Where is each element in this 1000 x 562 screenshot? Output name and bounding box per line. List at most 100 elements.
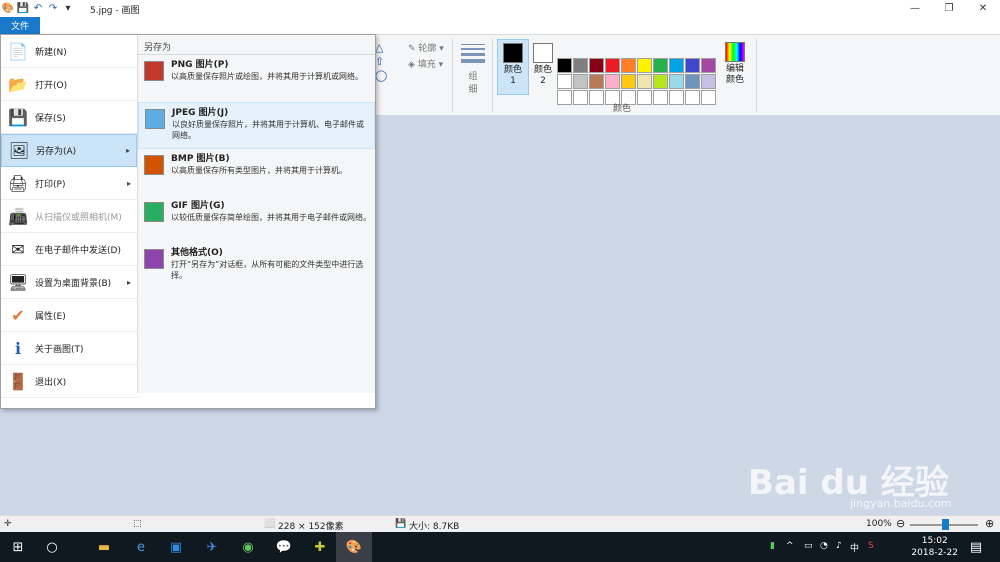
zoom-out-icon[interactable]: ⊖ bbox=[896, 517, 905, 530]
palette-swatch[interactable] bbox=[669, 58, 684, 73]
app-icon[interactable]: ✈ bbox=[202, 537, 222, 557]
outline-button[interactable]: ✎ 轮廓 ▾ bbox=[408, 41, 444, 57]
palette-swatch[interactable] bbox=[685, 58, 700, 73]
wifi-icon[interactable]: ◔ bbox=[820, 541, 828, 551]
quick-access-toolbar: 🎨 💾 ↶ ↷ ▾ bbox=[2, 2, 74, 14]
palette-swatch[interactable] bbox=[653, 58, 668, 73]
file-menu-item[interactable]: ✉ 在电子邮件中发送(D) bbox=[1, 233, 137, 266]
file-menu-item-label: 属性(E) bbox=[35, 311, 66, 322]
size-button[interactable]: 组 细 bbox=[458, 41, 488, 97]
palette-swatch[interactable] bbox=[557, 90, 572, 105]
edit-colors-label: 编辑颜色 bbox=[725, 64, 744, 85]
file-menu-item[interactable]: 🖥 设置为桌面背景(B) ▸ bbox=[1, 266, 137, 299]
ie-browser-icon[interactable]: e bbox=[131, 537, 151, 557]
palette-swatch[interactable] bbox=[573, 74, 588, 89]
jpeg-image-icon bbox=[145, 109, 165, 129]
color1-swatch bbox=[503, 43, 523, 63]
save-as-option[interactable]: PNG 图片(P) 以高质量保存照片或绘图，并将其用于计算机或网络。 bbox=[138, 55, 375, 102]
customize-dropdown-icon[interactable]: ▾ bbox=[62, 2, 74, 14]
file-menu-item[interactable]: 📠 从扫描仪或照相机(M) bbox=[1, 200, 137, 233]
ime-indicator[interactable]: 中 bbox=[850, 541, 859, 554]
tray-overflow-icon[interactable]: ^ bbox=[786, 541, 794, 551]
file-menu-item[interactable]: ℹ 关于画图(T) bbox=[1, 332, 137, 365]
palette-swatch[interactable] bbox=[685, 90, 700, 105]
save-as-option[interactable]: BMP 图片(B) 以高质量保存所有类型图片，并将其用于计算机。 bbox=[138, 149, 375, 196]
shapes-gallery[interactable]: △ ⇧ ◯ bbox=[375, 41, 407, 91]
palette-swatch[interactable] bbox=[557, 74, 572, 89]
palette-swatch[interactable] bbox=[605, 74, 620, 89]
color2-label: 颜色 2 bbox=[533, 65, 552, 86]
wechat-icon[interactable]: 💬 bbox=[274, 537, 294, 557]
arrow-shape-icon[interactable]: ⇧ bbox=[375, 55, 407, 69]
sogou-ime-icon[interactable]: S bbox=[868, 541, 874, 551]
palette-swatch[interactable] bbox=[637, 58, 652, 73]
palette-swatch[interactable] bbox=[589, 74, 604, 89]
battery-icon[interactable]: ▮ bbox=[770, 541, 775, 551]
palette-swatch[interactable] bbox=[669, 74, 684, 89]
clock[interactable]: 15:02 2018-2-22 bbox=[911, 535, 958, 559]
palette-swatch[interactable] bbox=[557, 58, 572, 73]
edit-colors-button[interactable]: 编辑颜色 bbox=[720, 40, 750, 86]
color2-button[interactable]: 颜色 2 bbox=[527, 39, 559, 95]
redo-icon[interactable]: ↷ bbox=[47, 2, 59, 14]
security-app-icon[interactable]: ✚ bbox=[310, 537, 330, 557]
store-icon[interactable]: ▣ bbox=[166, 537, 186, 557]
palette-swatch[interactable] bbox=[701, 90, 716, 105]
file-menu-item[interactable]: ✔ 属性(E) bbox=[1, 299, 137, 332]
palette-swatch[interactable] bbox=[669, 90, 684, 105]
palette-swatch[interactable] bbox=[621, 58, 636, 73]
file-menu-item[interactable]: 💾 保存(S) bbox=[1, 101, 137, 134]
palette-swatch[interactable] bbox=[653, 74, 668, 89]
zoom-in-icon[interactable]: ⊕ bbox=[985, 517, 994, 530]
gif-image-icon bbox=[144, 202, 164, 222]
palette-swatch[interactable] bbox=[701, 74, 716, 89]
other-formats-icon bbox=[144, 249, 164, 269]
undo-icon[interactable]: ↶ bbox=[32, 2, 44, 14]
network-icon[interactable]: ▭ bbox=[804, 541, 813, 551]
save-icon[interactable]: 💾 bbox=[17, 2, 29, 14]
palette-swatch[interactable] bbox=[701, 58, 716, 73]
notification-center-icon[interactable]: ▤ bbox=[966, 537, 986, 557]
save-as-option[interactable]: JPEG 图片(J) 以良好质量保存照片，并将其用于计算机、电子邮件或网络。 bbox=[138, 102, 375, 149]
file-menu-item[interactable]: 📄 新建(N) bbox=[1, 35, 137, 68]
save-as-submenu: 另存为 PNG 图片(P) 以高质量保存照片或绘图，并将其用于计算机或网络。 JPE… bbox=[137, 35, 375, 393]
file-menu-item-label: 关于画图(T) bbox=[35, 344, 84, 355]
palette-swatch[interactable] bbox=[685, 74, 700, 89]
palette-swatch[interactable] bbox=[653, 90, 668, 105]
new-file-icon: 📄 bbox=[8, 41, 28, 61]
palette-swatch[interactable] bbox=[589, 90, 604, 105]
palette-swatch[interactable] bbox=[573, 90, 588, 105]
palette-swatch[interactable] bbox=[605, 58, 620, 73]
color1-button[interactable]: 颜色 1 bbox=[497, 39, 529, 95]
restore-icon[interactable]: ❐ bbox=[932, 0, 966, 17]
paint-app-icon[interactable]: 🎨 bbox=[2, 2, 14, 14]
file-menu-item[interactable]: 🚪 退出(X) bbox=[1, 365, 137, 398]
file-size: 大小: 8.7KB bbox=[409, 522, 460, 532]
save-as-option[interactable]: 其他格式(O) 打开“另存为”对话框，从所有可能的文件类型中进行选择。 bbox=[138, 243, 375, 290]
file-menu-item[interactable]: 🖼 另存为(A) ▸ bbox=[1, 134, 137, 167]
palette-swatch[interactable] bbox=[637, 74, 652, 89]
palette-swatch[interactable] bbox=[621, 74, 636, 89]
close-icon[interactable]: ✕ bbox=[966, 0, 1000, 17]
triangle-shape-icon[interactable]: △ bbox=[375, 41, 407, 55]
size-lines-icon bbox=[458, 44, 488, 63]
clock-date: 2018-2-22 bbox=[911, 548, 958, 558]
cortana-icon[interactable]: ○ bbox=[42, 537, 62, 557]
palette-swatch[interactable] bbox=[573, 58, 588, 73]
ribbon-tabs: 文件 bbox=[0, 17, 1000, 34]
file-menu-item[interactable]: 📂 打开(O) bbox=[1, 68, 137, 101]
callout-shape-icon[interactable]: ◯ bbox=[375, 69, 407, 83]
paint-taskbar-icon[interactable]: 🎨 bbox=[336, 532, 372, 562]
palette-swatch[interactable] bbox=[637, 90, 652, 105]
file-explorer-icon[interactable]: ▬ bbox=[94, 537, 114, 557]
file-menu-item[interactable]: 🖨 打印(P) ▸ bbox=[1, 167, 137, 200]
zoom-slider-thumb[interactable] bbox=[942, 519, 949, 530]
volume-icon[interactable]: ♪ bbox=[836, 541, 842, 551]
save-as-option[interactable]: GIF 图片(G) 以较低质量保存简单绘图，并将其用于电子邮件或网络。 bbox=[138, 196, 375, 243]
file-tab[interactable]: 文件 bbox=[0, 17, 40, 34]
windows-start-icon[interactable]: ⊞ bbox=[8, 537, 28, 557]
palette-swatch[interactable] bbox=[589, 58, 604, 73]
browser-360-icon[interactable]: ◉ bbox=[238, 537, 258, 557]
minimize-icon[interactable]: — bbox=[898, 0, 932, 17]
fill-button[interactable]: ◈ 填充 ▾ bbox=[408, 57, 444, 73]
